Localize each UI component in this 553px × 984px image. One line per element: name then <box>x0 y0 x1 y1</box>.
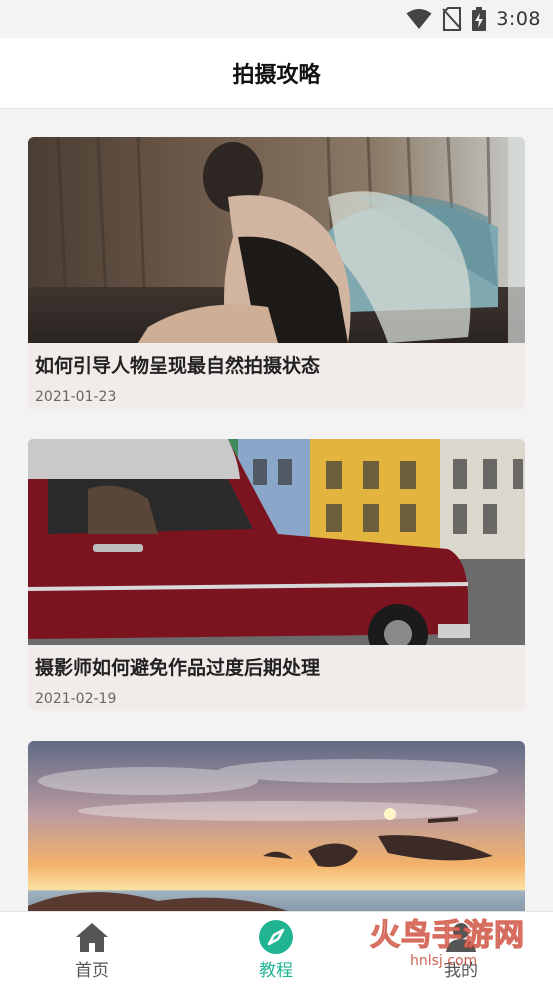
wifi-icon <box>406 9 432 29</box>
status-bar: 3:08 <box>0 0 553 38</box>
tab-label-profile: 我的 <box>444 961 478 981</box>
article-card[interactable]: 摄影师如何避免作品过度后期处理 2021-02-19 <box>28 439 525 711</box>
tab-home[interactable]: 首页 <box>0 912 184 984</box>
compass-icon <box>258 920 294 954</box>
article-image-woman[interactable] <box>28 137 525 343</box>
tab-label-home: 首页 <box>75 961 109 981</box>
status-time: 3:08 <box>496 8 541 30</box>
article-title[interactable]: 如何引导人物呈现最自然拍摄状态 <box>28 343 525 379</box>
tab-profile[interactable]: 我的 <box>369 912 553 984</box>
page-title: 拍摄攻略 <box>232 63 321 88</box>
tab-tutorial[interactable]: 教程 <box>184 912 368 984</box>
battery-charging-icon <box>472 7 487 31</box>
home-icon <box>74 920 110 954</box>
article-date: 2021-02-19 <box>35 691 117 707</box>
article-card[interactable]: 如何引导人物呈现最自然拍摄状态 2021-01-23 <box>28 137 525 409</box>
article-list[interactable]: 如何引导人物呈现最自然拍摄状态 2021-01-23 摄影师如何避免作品过度后期… <box>0 109 553 911</box>
article-image-car[interactable] <box>28 439 525 645</box>
no-sim-icon <box>442 7 463 31</box>
app-header: 拍摄攻略 <box>0 38 553 109</box>
article-title[interactable]: 摄影师如何避免作品过度后期处理 <box>28 645 525 681</box>
tab-label-tutorial: 教程 <box>259 961 293 981</box>
status-icons: 3:08 <box>406 6 541 32</box>
article-card[interactable] <box>28 741 525 911</box>
article-image-sunset[interactable] <box>28 741 525 911</box>
bottom-tab-bar: 首页 教程 我的 <box>0 911 553 984</box>
profile-icon <box>443 920 479 954</box>
article-date: 2021-01-23 <box>35 389 117 405</box>
